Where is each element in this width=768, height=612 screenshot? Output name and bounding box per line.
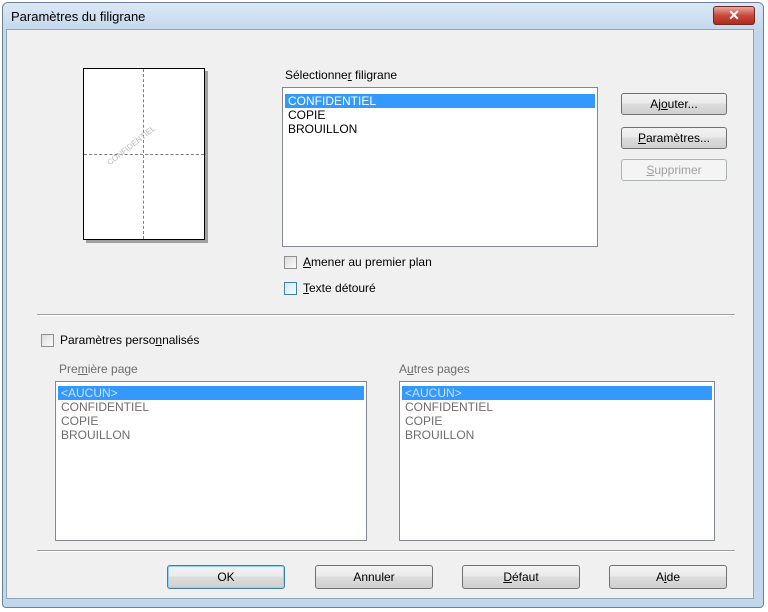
custom-settings-label: Paramètres personnalisés	[60, 333, 200, 347]
outline-text-checkbox[interactable]	[284, 282, 297, 295]
custom-settings-checkbox[interactable]	[41, 334, 54, 347]
list-item[interactable]: BROUILLON	[285, 122, 595, 136]
watermark-preview: CONFIDENTIEL	[83, 68, 205, 240]
watermark-list[interactable]: CONFIDENTIEL COPIE BROUILLON	[282, 87, 598, 247]
other-pages-list[interactable]: <AUCUN> CONFIDENTIEL COPIE BROUILLON	[399, 381, 715, 541]
list-item[interactable]: BROUILLON	[58, 428, 364, 442]
close-button[interactable]: ✕	[713, 6, 755, 25]
list-item[interactable]: CONFIDENTIEL	[402, 400, 712, 414]
list-item[interactable]: COPIE	[58, 414, 364, 428]
list-item[interactable]: BROUILLON	[402, 428, 712, 442]
outline-text-label: Texte détouré	[303, 281, 376, 295]
first-page-list[interactable]: <AUCUN> CONFIDENTIEL COPIE BROUILLON	[55, 381, 367, 541]
delete-button[interactable]: Supprimer	[621, 159, 727, 181]
settings-button[interactable]: Paramètres...	[621, 127, 727, 149]
footer-separator	[37, 550, 735, 552]
cancel-button[interactable]: Annuler	[315, 565, 433, 589]
first-page-label: Première page	[59, 362, 138, 376]
list-item[interactable]: CONFIDENTIEL	[58, 400, 364, 414]
ok-button[interactable]: OK	[167, 565, 285, 589]
list-item[interactable]: <AUCUN>	[58, 386, 364, 400]
foreground-label: Amener au premier plan	[303, 255, 432, 269]
select-watermark-label: Sélectionner filigrane	[285, 68, 398, 82]
list-item[interactable]: <AUCUN>	[402, 386, 712, 400]
separator	[37, 314, 735, 316]
list-item[interactable]: CONFIDENTIEL	[285, 94, 595, 108]
preview-horizontal-guide	[84, 154, 204, 155]
list-item[interactable]: COPIE	[285, 108, 595, 122]
close-icon: ✕	[728, 7, 740, 23]
default-button[interactable]: Défaut	[462, 565, 580, 589]
title-bar: Paramètres du filigrane ✕	[3, 3, 763, 31]
dialog-title: Paramètres du filigrane	[11, 9, 146, 24]
other-pages-label: Autres pages	[399, 362, 470, 376]
foreground-checkbox[interactable]	[284, 256, 297, 269]
list-item[interactable]: COPIE	[402, 414, 712, 428]
help-button[interactable]: Ai de	[609, 565, 727, 589]
dialog-client-area: CONFIDENTIEL Sélectionner filigrane CONF…	[6, 29, 754, 599]
add-button[interactable]: Aj o uter...	[621, 93, 727, 115]
preview-watermark-text: CONFIDENTIEL	[105, 123, 158, 168]
